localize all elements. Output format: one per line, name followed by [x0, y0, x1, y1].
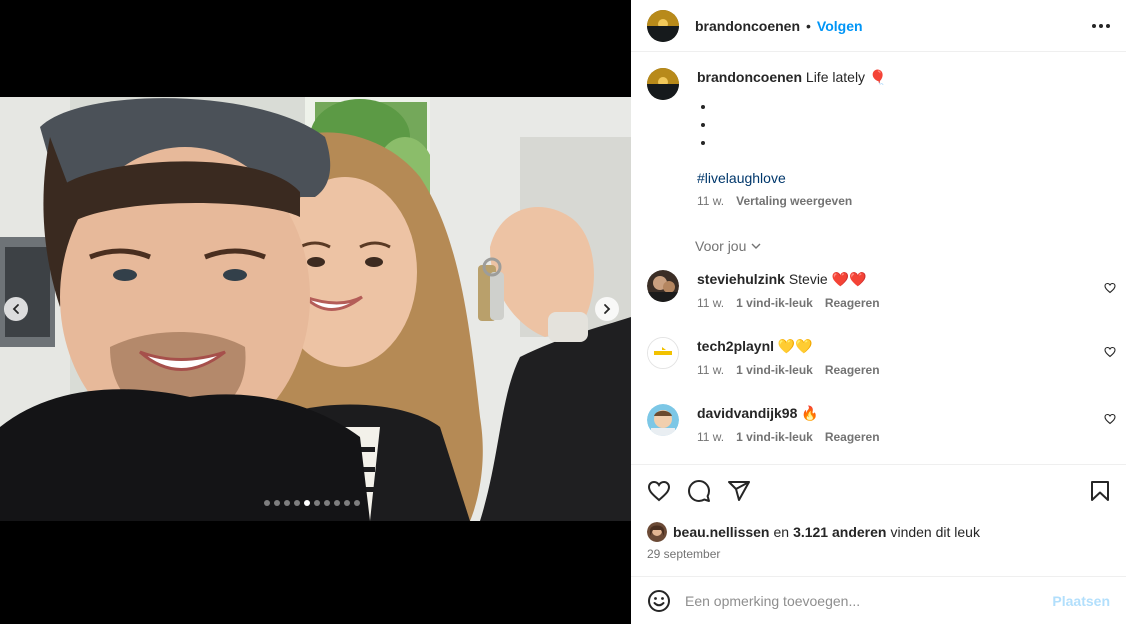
liker-avatar[interactable]: [647, 522, 667, 542]
comment-time[interactable]: 11 w.: [697, 363, 724, 377]
follow-button[interactable]: Volgen: [817, 18, 863, 34]
likes-summary: beau.nellissen en 3.121 anderen vinden d…: [647, 522, 980, 542]
comment-time[interactable]: 11 w.: [697, 430, 724, 444]
comment-text: 🔥: [801, 405, 819, 421]
emoji-icon[interactable]: [647, 589, 671, 613]
comment-username[interactable]: steviehulzink: [697, 271, 785, 287]
carousel-dot: [274, 500, 280, 506]
for-you-filter[interactable]: Voor jou: [695, 238, 762, 254]
commenter-avatar[interactable]: [647, 404, 679, 436]
comment-time[interactable]: 11 w.: [697, 296, 724, 310]
comment-likes[interactable]: 1 vind-ik-leuk: [736, 363, 813, 377]
header-separator: •: [806, 17, 811, 34]
reply-button[interactable]: Reageren: [825, 296, 880, 310]
carousel-dot: [354, 500, 360, 506]
comment-input[interactable]: [685, 592, 1053, 609]
heart-icon[interactable]: [1104, 346, 1116, 358]
comment-icon[interactable]: [687, 479, 711, 503]
comment-composer: Plaatsen: [631, 576, 1126, 624]
caption-bullet: [701, 116, 886, 134]
comment-item: davidvandijk98 🔥 11 w. 1 vind-ik-leuk Re…: [647, 404, 880, 444]
likes-suffix: vinden dit leuk: [890, 524, 980, 540]
carousel-prev-button[interactable]: [4, 297, 28, 321]
post-sidebar: brandoncoenen • Volgen brandoncoenen Lif…: [631, 0, 1126, 624]
action-bar: [647, 479, 1112, 505]
caption-text: Life lately: [805, 69, 866, 85]
commenter-avatar[interactable]: [647, 337, 679, 369]
comment-meta: 11 w. 1 vind-ik-leuk Reageren: [697, 430, 880, 444]
comment-line: steviehulzink Stevie ❤️❤️: [697, 270, 880, 288]
comment-line: tech2playnl 💛💛: [697, 337, 880, 355]
for-you-label: Voor jou: [695, 238, 747, 254]
comment-username[interactable]: tech2playnl: [697, 338, 774, 354]
author-avatar[interactable]: [647, 9, 679, 42]
bookmark-icon[interactable]: [1088, 479, 1112, 503]
liker-username[interactable]: beau.nellissen: [673, 524, 769, 540]
caption-username[interactable]: brandoncoenen: [697, 69, 802, 85]
carousel-dot: [304, 500, 310, 506]
carousel-next-button[interactable]: [595, 297, 619, 321]
reply-button[interactable]: Reageren: [825, 363, 880, 377]
caption-meta: 11 w. Vertaling weergeven: [697, 194, 886, 208]
comment-body: steviehulzink Stevie ❤️❤️ 11 w. 1 vind-i…: [697, 270, 880, 310]
comment-likes[interactable]: 1 vind-ik-leuk: [736, 296, 813, 310]
comment-text: 💛💛: [777, 338, 813, 354]
hashtag-link[interactable]: #livelaughlove: [697, 170, 886, 186]
heart-icon[interactable]: [1104, 282, 1116, 294]
heart-icon[interactable]: [1104, 413, 1116, 425]
carousel-dot: [294, 500, 300, 506]
balloon-emoji: 🎈: [868, 69, 887, 85]
post-actions: beau.nellissen en 3.121 anderen vinden d…: [631, 464, 1126, 576]
carousel-dot: [264, 500, 270, 506]
caption-body: brandoncoenen Life lately 🎈 #livelaughlo…: [697, 68, 886, 208]
caption-bullet: [701, 134, 886, 152]
caption-bullets: [697, 98, 886, 152]
author-username[interactable]: brandoncoenen: [695, 18, 800, 34]
caption: brandoncoenen Life lately 🎈 #livelaughlo…: [647, 68, 886, 208]
chevron-right-icon: [604, 304, 611, 314]
comment-likes[interactable]: 1 vind-ik-leuk: [736, 430, 813, 444]
reply-button[interactable]: Reageren: [825, 430, 880, 444]
caption-bullet: [701, 98, 886, 116]
send-icon[interactable]: [727, 479, 751, 503]
post-header: brandoncoenen • Volgen: [631, 0, 1126, 52]
caption-time[interactable]: 11 w.: [697, 194, 724, 208]
comment-body: tech2playnl 💛💛 11 w. 1 vind-ik-leuk Reag…: [697, 337, 880, 377]
comment-body: davidvandijk98 🔥 11 w. 1 vind-ik-leuk Re…: [697, 404, 880, 444]
carousel-dot: [334, 500, 340, 506]
comment-meta: 11 w. 1 vind-ik-leuk Reageren: [697, 363, 880, 377]
chevron-left-icon: [12, 304, 19, 314]
carousel-dot: [324, 500, 330, 506]
post-photo[interactable]: [0, 97, 631, 521]
caption-avatar[interactable]: [647, 68, 679, 100]
comment-meta: 11 w. 1 vind-ik-leuk Reageren: [697, 296, 880, 310]
post-comment-button[interactable]: Plaatsen: [1052, 593, 1110, 609]
caption-line: brandoncoenen Life lately 🎈: [697, 68, 886, 86]
heart-icon[interactable]: [647, 479, 671, 503]
carousel-dot: [344, 500, 350, 506]
commenter-avatar[interactable]: [647, 270, 679, 302]
post-date[interactable]: 29 september: [647, 547, 720, 561]
post-dialog: brandoncoenen • Volgen brandoncoenen Lif…: [0, 0, 1126, 624]
comments-list[interactable]: brandoncoenen Life lately 🎈 #livelaughlo…: [631, 53, 1126, 464]
comment-item: steviehulzink Stevie ❤️❤️ 11 w. 1 vind-i…: [647, 270, 880, 310]
carousel-dot: [284, 500, 290, 506]
media-pane: [0, 0, 631, 624]
chevron-down-icon: [751, 243, 761, 249]
comment-item: tech2playnl 💛💛 11 w. 1 vind-ik-leuk Reag…: [647, 337, 880, 377]
likes-and: en: [773, 524, 790, 540]
more-options-icon[interactable]: [1092, 18, 1110, 34]
translate-button[interactable]: Vertaling weergeven: [736, 194, 852, 208]
comment-line: davidvandijk98 🔥: [697, 404, 880, 422]
likes-others[interactable]: 3.121 anderen: [793, 524, 886, 540]
comment-text: Stevie ❤️❤️: [788, 271, 867, 287]
comment-username[interactable]: davidvandijk98: [697, 405, 797, 421]
carousel-dot: [314, 500, 320, 506]
carousel-indicator: [264, 500, 360, 506]
